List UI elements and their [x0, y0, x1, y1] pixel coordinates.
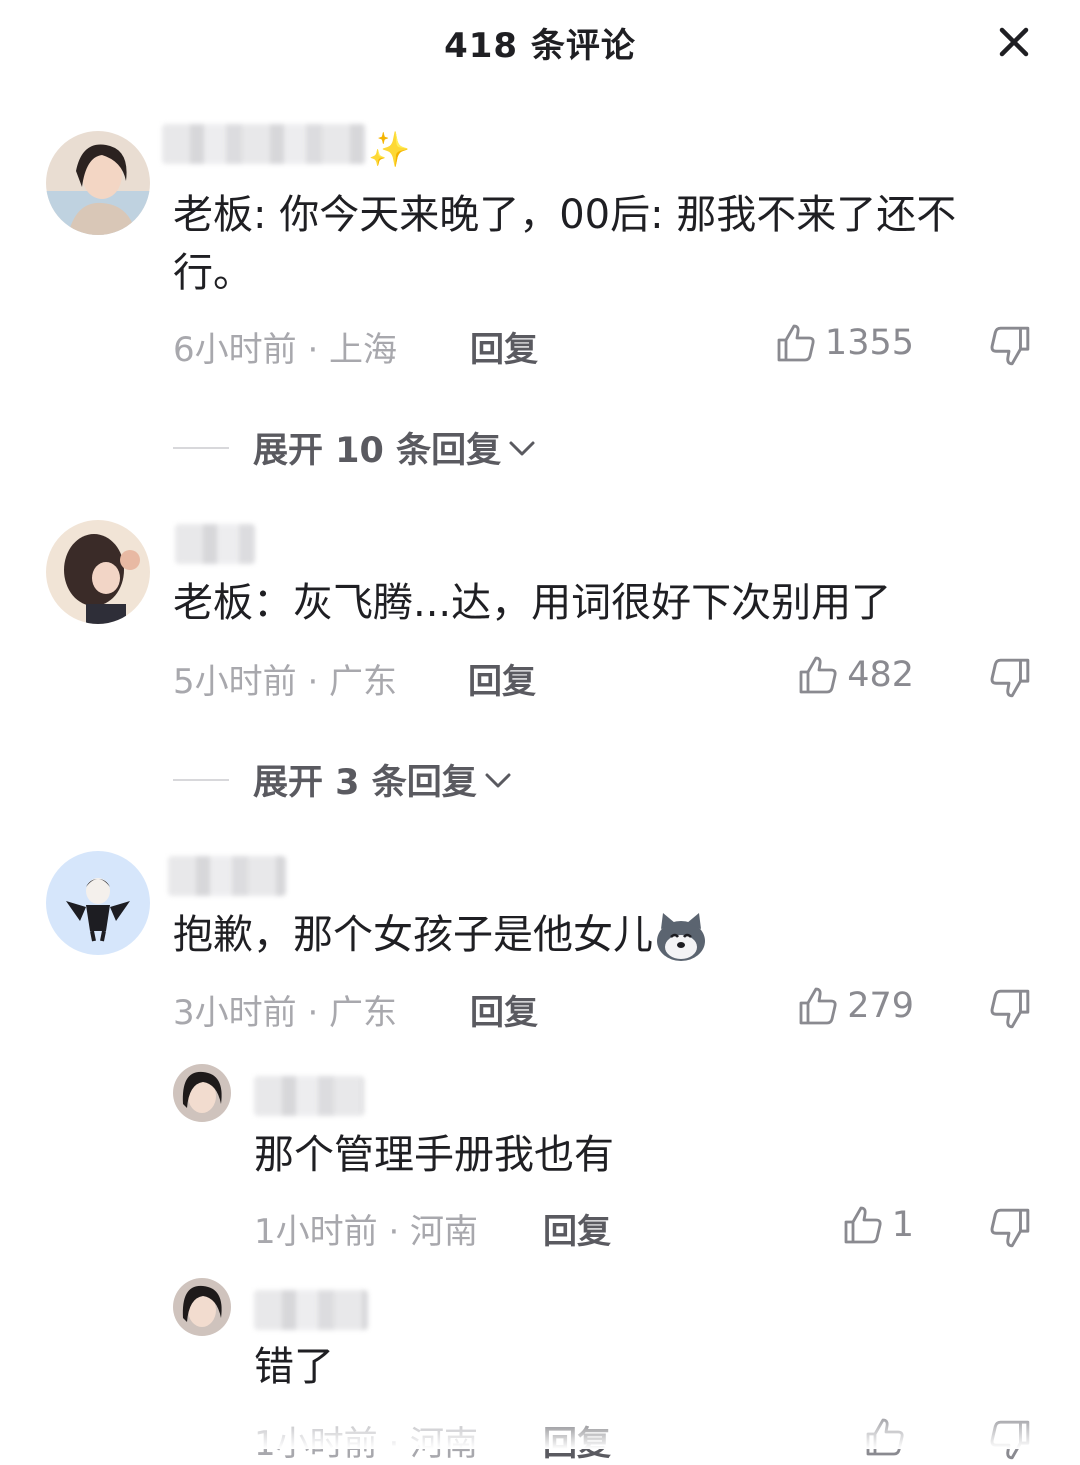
close-icon[interactable]	[994, 22, 1034, 62]
comment-text: 抱歉，那个女孩子是他女儿	[173, 906, 1023, 965]
thumbs-up-icon	[799, 987, 837, 1025]
like-count: 1355	[824, 323, 914, 363]
like-button[interactable]: 482	[797, 654, 914, 696]
comment-text-content: 抱歉，那个女孩子是他女儿	[173, 912, 653, 958]
husky-emoji-icon	[657, 913, 705, 961]
comment-time-location: 6小时前 · 上海	[173, 330, 398, 370]
thumbs-down-icon[interactable]	[988, 1206, 1032, 1250]
expand-replies-label: 展开 3 条回复	[253, 763, 477, 803]
like-count: 482	[847, 655, 914, 695]
comment-time-location: 3小时前 · 广东	[173, 993, 398, 1033]
username-blurred[interactable]	[175, 524, 255, 564]
like-count: 1	[891, 1205, 914, 1245]
like-count: 279	[847, 986, 914, 1026]
divider-line	[173, 778, 229, 781]
thumbs-up-icon	[844, 1206, 882, 1244]
reply-button[interactable]: 回复	[468, 654, 536, 703]
thumbs-up-icon	[777, 324, 815, 362]
bottom-fade	[0, 1409, 1080, 1449]
like-button[interactable]: 279	[797, 985, 914, 1027]
comment-text: 老板: 你今天来晚了，00后: 那我不来了还不行。	[173, 192, 957, 296]
avatar[interactable]	[46, 520, 150, 624]
username-blurred[interactable]	[254, 1076, 364, 1116]
avatar[interactable]	[46, 851, 150, 955]
reply-button[interactable]: 回复	[470, 322, 538, 371]
expand-replies-label: 展开 10 条回复	[253, 431, 502, 471]
expand-replies-button[interactable]: 展开 10 条回复	[173, 422, 539, 473]
avatar[interactable]	[46, 131, 150, 235]
expand-replies-button[interactable]: 展开 3 条回复	[173, 754, 515, 805]
thumbs-down-icon[interactable]	[988, 656, 1032, 700]
reply-text: 那个管理手册我也有	[254, 1132, 614, 1178]
sparkle-icon: ✨	[368, 130, 411, 170]
username-blurred[interactable]	[254, 1290, 368, 1330]
reply-time-location: 1小时前 · 河南	[254, 1212, 479, 1252]
comment-text: 老板：灰飞腾...达，用词很好下次别用了	[173, 580, 892, 626]
divider-line	[173, 446, 229, 449]
reply-button[interactable]: 回复	[470, 985, 538, 1034]
comment-time-location: 5小时前 · 广东	[173, 662, 398, 702]
username-blurred[interactable]	[168, 856, 286, 896]
thumbs-down-icon[interactable]	[988, 987, 1032, 1031]
username-blurred[interactable]	[162, 124, 366, 164]
thumbs-up-icon	[799, 656, 837, 694]
reply-text: 错了	[254, 1344, 334, 1390]
comments-header: 418 条评论	[0, 0, 1080, 86]
comment-count-title: 418 条评论	[444, 26, 636, 66]
reply-button[interactable]: 回复	[543, 1204, 611, 1253]
chevron-down-icon	[485, 773, 511, 787]
thumbs-down-icon[interactable]	[988, 324, 1032, 368]
chevron-down-icon	[509, 441, 535, 455]
like-button[interactable]: 1355	[775, 322, 914, 364]
like-button[interactable]: 1	[842, 1204, 914, 1246]
avatar[interactable]	[173, 1064, 231, 1122]
avatar[interactable]	[173, 1278, 231, 1336]
